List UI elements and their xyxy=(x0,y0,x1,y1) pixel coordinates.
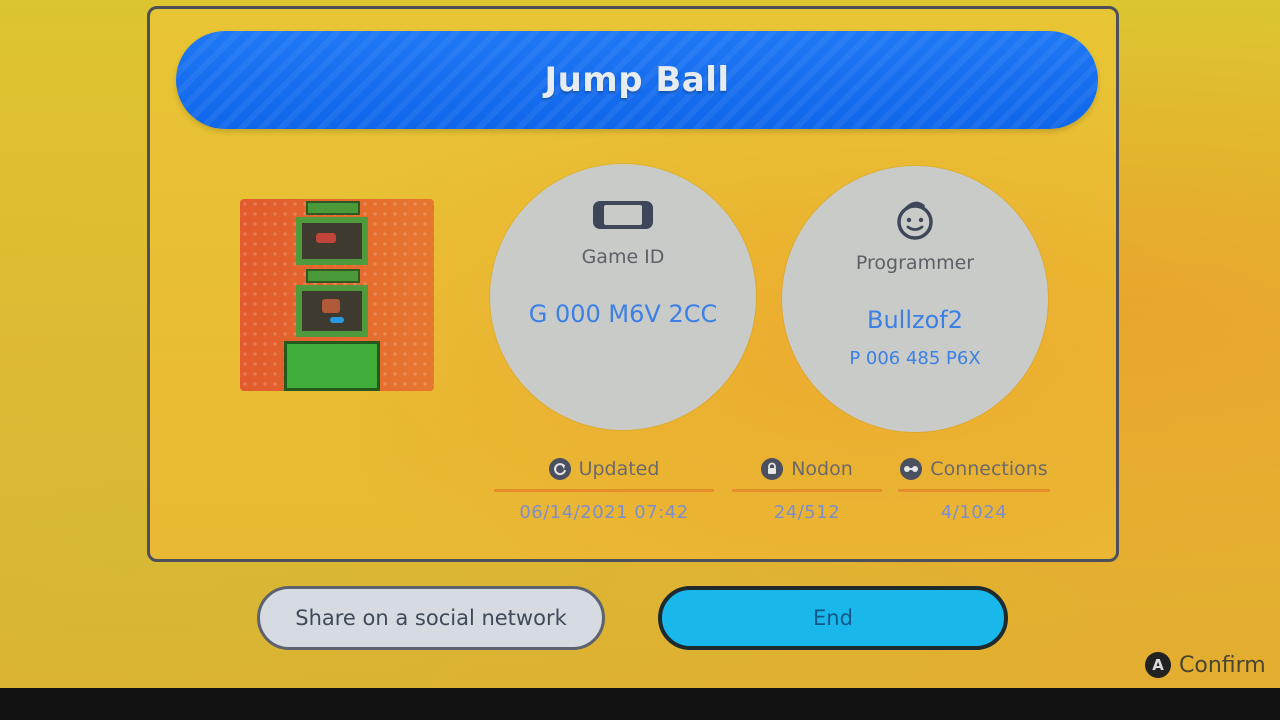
nodon-value: 24/512 xyxy=(773,502,841,523)
updated-divider xyxy=(494,489,714,492)
nodon-divider xyxy=(732,489,882,492)
confirm-hint: A Confirm xyxy=(1145,652,1266,678)
thumbnail-block-middle xyxy=(306,269,360,283)
game-id-card: Game ID G 000 M6V 2CC xyxy=(490,164,756,430)
connections-label: Connections xyxy=(930,458,1048,480)
thumbnail-water xyxy=(330,317,344,323)
programmer-label: Programmer xyxy=(855,252,975,274)
face-icon xyxy=(893,198,937,246)
end-button-label: End xyxy=(813,606,853,630)
link-icon xyxy=(900,458,923,480)
console-icon xyxy=(592,200,654,234)
connections-divider xyxy=(898,489,1050,492)
nodon-label: Nodon xyxy=(791,458,853,480)
nodon-stat: Nodon 24/512 xyxy=(732,455,882,523)
screen-bezel xyxy=(0,688,1280,720)
game-id-label: Game ID xyxy=(581,246,665,268)
share-button[interactable]: Share on a social network xyxy=(257,586,605,650)
game-id-value: G 000 M6V 2CC xyxy=(528,300,718,328)
updated-value: 06/14/2021 07:42 xyxy=(519,502,689,523)
refresh-icon xyxy=(548,458,571,480)
game-title: Jump Ball xyxy=(544,60,730,100)
programmer-card: Programmer Bullzof2 P 006 485 P6X xyxy=(782,166,1048,432)
lock-icon xyxy=(761,458,784,480)
programmer-id: P 006 485 P6X xyxy=(849,348,981,369)
a-button-icon: A xyxy=(1145,652,1171,678)
updated-label: Updated xyxy=(578,458,660,480)
connections-stat: Connections 4/1024 xyxy=(898,455,1050,523)
connections-value: 4/1024 xyxy=(940,502,1008,523)
updated-stat: Updated 06/14/2021 07:42 xyxy=(494,455,714,523)
programmer-name[interactable]: Bullzof2 xyxy=(782,306,1048,334)
game-thumbnail xyxy=(240,199,434,391)
thumbnail-block-top xyxy=(306,201,360,215)
share-button-label: Share on a social network xyxy=(295,606,567,630)
thumbnail-ball-top xyxy=(316,233,336,243)
thumbnail-character xyxy=(322,299,340,313)
game-details-screen: Jump Ball Game ID G 000 M6V 2CC Programm… xyxy=(0,0,1280,688)
title-banner: Jump Ball xyxy=(176,31,1098,129)
game-info-panel: Jump Ball Game ID G 000 M6V 2CC Programm… xyxy=(147,6,1119,562)
thumbnail-ground-block xyxy=(284,341,380,391)
end-button[interactable]: End xyxy=(658,586,1008,650)
confirm-label: Confirm xyxy=(1179,652,1266,678)
